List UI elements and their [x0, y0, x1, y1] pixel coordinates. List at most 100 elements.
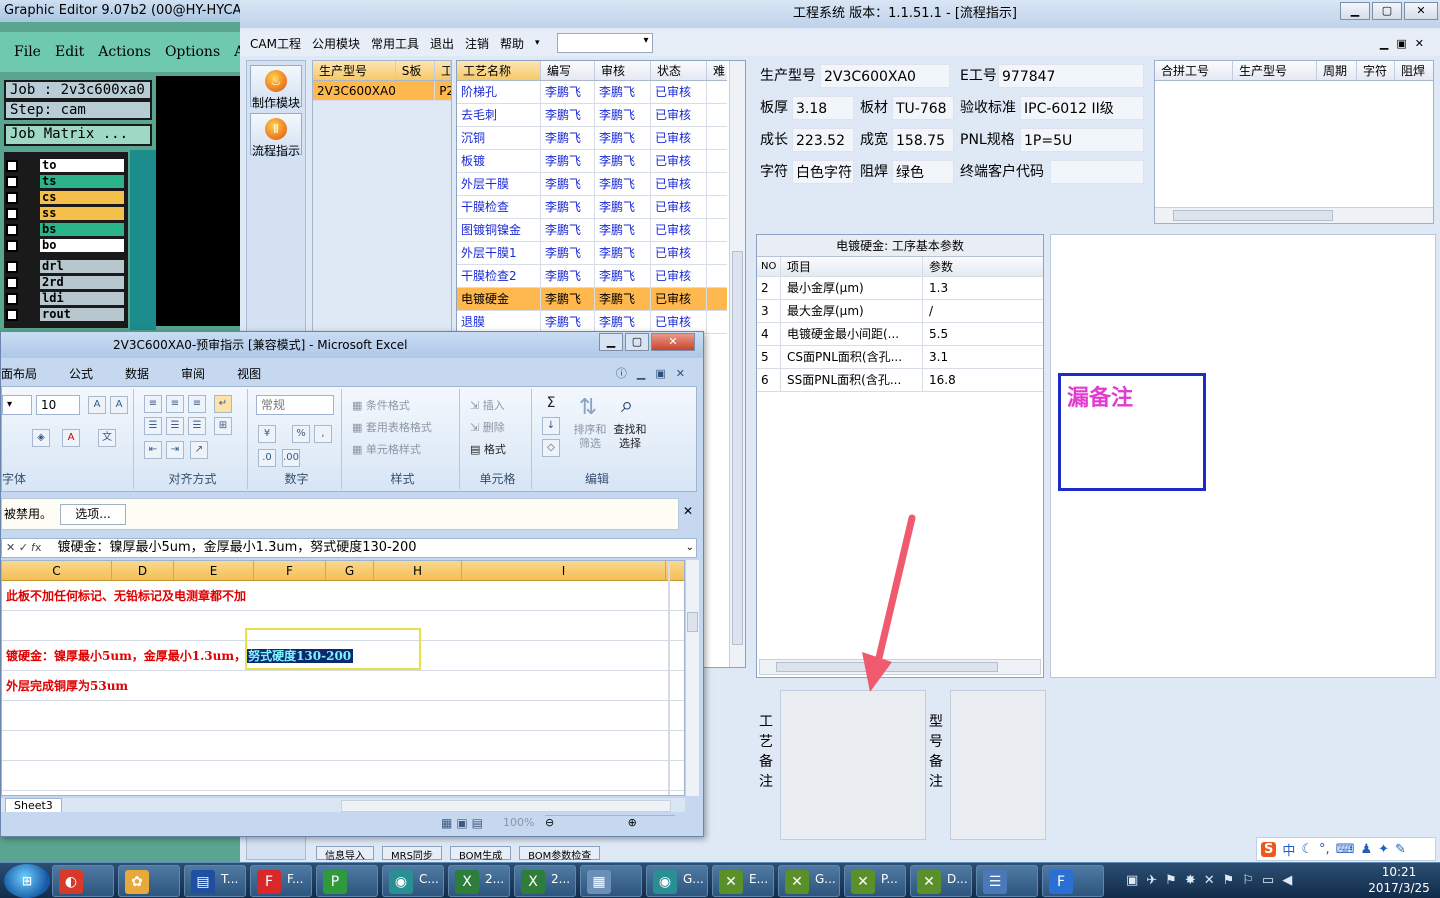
- taskbar-item[interactable]: ◉ G...: [646, 865, 708, 897]
- taskbar-item[interactable]: X 2...: [448, 865, 510, 897]
- layer-checkbox[interactable]: [6, 292, 18, 305]
- toolbar-combo[interactable]: [556, 33, 653, 53]
- excel-maximize-button[interactable]: ▢: [625, 333, 649, 351]
- excel-close-button[interactable]: ✕: [651, 333, 695, 351]
- merge-center-icon[interactable]: ⊞: [214, 417, 232, 435]
- indent-increase-icon[interactable]: ⇥: [166, 441, 184, 459]
- process-row[interactable]: 图镀铜镍金 李鹏飞 李鹏飞 已审核: [457, 219, 727, 242]
- fill-icon[interactable]: ↓: [542, 417, 560, 435]
- menu-cam-project[interactable]: CAM工程: [250, 35, 301, 52]
- layer-checkbox[interactable]: [6, 260, 18, 273]
- taskbar-item[interactable]: ✕ D...: [910, 865, 972, 897]
- sort-filter-icon[interactable]: ⇅: [570, 395, 606, 421]
- layer-row[interactable]: drl: [6, 259, 124, 274]
- font-color-icon[interactable]: A: [62, 429, 80, 447]
- layer-row[interactable]: ts: [6, 174, 124, 189]
- layer-row[interactable]: bs: [6, 222, 124, 237]
- layer-checkbox[interactable]: [6, 239, 18, 252]
- param-row[interactable]: 4 电镀硬金最小间距(... 5.5: [757, 323, 1043, 346]
- menu-tools[interactable]: 常用工具: [371, 35, 419, 52]
- ime-mode[interactable]: 中: [1282, 840, 1295, 859]
- flow-indicator-button[interactable]: Ⅱ 流程指示: [250, 113, 302, 158]
- conditional-format-button[interactable]: ▦ 条件格式: [352, 397, 410, 413]
- layer-row[interactable]: ss: [6, 206, 124, 221]
- process-remark-textarea[interactable]: [780, 690, 926, 840]
- material-value[interactable]: TU-768: [892, 96, 954, 120]
- increase-decimal-icon[interactable]: .0: [258, 449, 276, 467]
- view-buttons[interactable]: ▦▣▤: [441, 816, 487, 830]
- shirt-icon[interactable]: ✦: [1378, 842, 1389, 857]
- param-row[interactable]: 5 CS面PNL面积(含孔... 3.1: [757, 346, 1043, 369]
- merge-header-job[interactable]: 合拼工号: [1155, 61, 1233, 80]
- taskbar-item[interactable]: X 2...: [514, 865, 576, 897]
- layer-checkbox[interactable]: [6, 191, 18, 204]
- moon-icon[interactable]: ☾: [1301, 842, 1313, 857]
- formula-icons[interactable]: ✕ ✓ 𝑓x: [2, 541, 45, 554]
- menu-file[interactable]: File: [14, 44, 41, 60]
- tab-page-layout[interactable]: 面布局: [1, 365, 37, 382]
- layer-checkbox[interactable]: [6, 159, 18, 172]
- find-select-button[interactable]: 查找和 选择: [610, 423, 650, 451]
- column-header[interactable]: E: [174, 561, 254, 580]
- layer-checkbox[interactable]: [6, 175, 18, 188]
- merge-header-char[interactable]: 字符: [1357, 61, 1395, 80]
- align-left-icon[interactable]: ☰: [144, 417, 162, 435]
- tab-formulas[interactable]: 公式: [69, 365, 93, 382]
- align-middle-icon[interactable]: ≡: [166, 395, 184, 413]
- mdi-controls[interactable]: ▁▣✕: [1380, 37, 1432, 50]
- process-row[interactable]: 板镀 李鹏飞 李鹏飞 已审核: [457, 150, 727, 173]
- model-row[interactable]: 2V3C600XA0 P2: [313, 81, 451, 101]
- delete-cells-button[interactable]: ⇲ 删除: [470, 419, 505, 435]
- sort-filter-button[interactable]: 排序和 筛选: [570, 423, 610, 451]
- layer-checkbox[interactable]: [6, 207, 18, 220]
- decrease-decimal-icon[interactable]: .00: [282, 449, 300, 467]
- close-message-icon[interactable]: ✕: [683, 504, 693, 518]
- menu-logout[interactable]: 注销: [465, 35, 489, 52]
- layer-row[interactable]: bo: [6, 238, 124, 253]
- process-row[interactable]: 外层干膜 李鹏飞 李鹏飞 已审核: [457, 173, 727, 196]
- currency-icon[interactable]: ¥: [258, 425, 276, 443]
- align-right-icon[interactable]: ☰: [188, 417, 206, 435]
- pnl-value[interactable]: 1P=5U: [1020, 128, 1144, 152]
- grow-font-icon[interactable]: A: [88, 396, 106, 414]
- sheet-row[interactable]: [2, 761, 684, 791]
- taskbar-item[interactable]: F F...: [250, 865, 312, 897]
- layer-row[interactable]: cs: [6, 190, 124, 205]
- length-value[interactable]: 223.52: [792, 128, 854, 152]
- param-row[interactable]: 3 最大金厚(μm) /: [757, 300, 1043, 323]
- layer-checkbox[interactable]: [6, 308, 18, 321]
- menu-exit[interactable]: 退出: [430, 35, 454, 52]
- sheet-row[interactable]: 外层完成铜厚为53um: [2, 671, 684, 701]
- make-module-button[interactable]: ♨ 制作模块: [250, 65, 302, 110]
- mrs-sync-button[interactable]: MRS同步: [382, 846, 442, 860]
- param-row[interactable]: 6 SS面PNL面积(含孔... 16.8: [757, 369, 1043, 392]
- worksheet[interactable]: CDEFGHI 此板不加任何标记、无铅标记及电测章都不加 镀硬金：镍厚最小5um，…: [1, 560, 685, 796]
- expand-formula-icon[interactable]: ⌄: [686, 539, 694, 557]
- layer-row[interactable]: to: [6, 158, 124, 173]
- sheet-row[interactable]: [2, 731, 684, 761]
- find-select-icon[interactable]: ⌕: [610, 393, 644, 421]
- menu-help[interactable]: 帮助: [500, 35, 524, 52]
- merge-header-mask[interactable]: 阻焊: [1395, 61, 1433, 80]
- maximize-button[interactable]: ▢: [1372, 2, 1402, 20]
- orientation-icon[interactable]: ↗: [190, 441, 208, 459]
- wrap-text-icon[interactable]: ↵: [214, 395, 232, 413]
- sheet-row[interactable]: [2, 701, 684, 731]
- process-row[interactable]: 外层干膜1 李鹏飞 李鹏飞 已审核: [457, 242, 727, 265]
- bom-check-button[interactable]: BOM参数检查: [519, 846, 601, 860]
- eng-value[interactable]: 977847: [998, 64, 1144, 88]
- param-header-value[interactable]: 参数: [923, 257, 1041, 276]
- clock[interactable]: 10:21 2017/3/25: [1364, 864, 1434, 896]
- taskbar-item[interactable]: ◉ C...: [382, 865, 444, 897]
- taskbar-item[interactable]: ▦: [580, 865, 642, 897]
- font-size-dropdown[interactable]: 10: [36, 395, 80, 415]
- merge-header-model[interactable]: 生产型号: [1233, 61, 1317, 80]
- chevron-down-icon[interactable]: ▾: [535, 38, 540, 48]
- column-header[interactable]: C: [2, 561, 112, 580]
- process-row[interactable]: 电镀硬金 李鹏飞 李鹏飞 已审核: [457, 288, 727, 311]
- column-header[interactable]: I: [462, 561, 666, 580]
- char-value[interactable]: 白色字符: [792, 160, 854, 184]
- width-value[interactable]: 158.75: [892, 128, 954, 152]
- taskbar-item[interactable]: P: [316, 865, 378, 897]
- layer-row[interactable]: 2rd: [6, 275, 124, 290]
